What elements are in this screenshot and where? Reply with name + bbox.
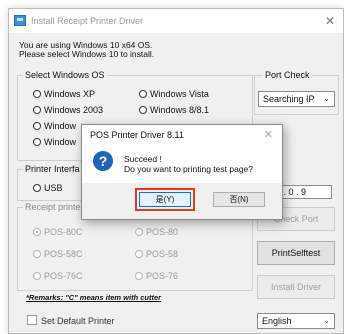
radio-label: POS-80C — [44, 227, 83, 237]
title-bar: Install Receipt Printer Driver ✕ — [9, 9, 343, 33]
set-default-printer-checkbox[interactable]: Set Default Printer — [27, 315, 115, 326]
os-info: You are using Windows 10 x64 OS. Please … — [19, 41, 154, 59]
radio-windows-xp[interactable]: Windows XP — [33, 89, 95, 99]
port-check-value: Searching IP — [263, 94, 315, 104]
radio-windows-7[interactable]: Window — [33, 121, 76, 131]
printer-interface-label: Printer Interfa — [23, 164, 82, 174]
dialog-message: Succeed ! — [124, 154, 162, 164]
no-button[interactable]: 否(N) — [213, 192, 265, 207]
radio-windows-2003[interactable]: Windows 2003 — [33, 105, 103, 115]
port-check-label: Port Check — [263, 70, 312, 80]
yes-button[interactable]: 是(Y) — [139, 192, 191, 207]
window-title: Install Receipt Printer Driver — [31, 16, 144, 26]
dialog-question: Do you want to printing test page? — [124, 164, 253, 174]
radio-circle — [33, 250, 41, 258]
radio-label: Windows XP — [44, 89, 96, 99]
chevron-down-icon: ⌄ — [323, 316, 330, 325]
radio-windows-10[interactable]: Window — [33, 137, 76, 147]
radio-pos-58c[interactable]: POS-58C — [33, 249, 83, 259]
receipt-printer-label: Receipt printe — [23, 202, 83, 212]
radio-circle — [33, 122, 41, 130]
print-selftest-button[interactable]: PrintSelftest — [257, 241, 335, 265]
radio-label: Windows 2003 — [44, 105, 104, 115]
checkbox-label: Set Default Printer — [41, 316, 115, 326]
radio-circle — [135, 228, 143, 236]
windows-os-group-label: Select Windows OS — [23, 70, 107, 80]
radio-pos-76[interactable]: POS-76 — [135, 271, 178, 281]
printer-app-icon — [14, 15, 26, 26]
radio-circle — [139, 106, 147, 114]
radio-pos-80[interactable]: POS-80 — [135, 227, 178, 237]
radio-circle — [135, 272, 143, 280]
radio-windows-8[interactable]: Windows 8/8.1 — [139, 105, 209, 115]
radio-circle — [139, 90, 147, 98]
radio-circle — [135, 250, 143, 258]
radio-pos-58[interactable]: POS-58 — [135, 249, 178, 259]
radio-label: Windows 8/8.1 — [150, 105, 210, 115]
remarks-note: *Remarks: "C" means item with cutter — [26, 293, 162, 302]
radio-label: Window — [44, 121, 77, 131]
install-driver-button[interactable]: Install Driver — [257, 275, 335, 299]
radio-label: Window — [44, 137, 77, 147]
radio-label: USB — [44, 183, 63, 193]
checkbox-box — [27, 315, 37, 325]
language-value: English — [262, 316, 292, 326]
chevron-down-icon: ⌄ — [323, 94, 330, 103]
language-dropdown[interactable]: English ⌄ — [257, 313, 335, 329]
radio-label: POS-76 — [146, 271, 179, 281]
dialog-title: POS Printer Driver 8.11 — [90, 130, 184, 140]
dialog-footer: 是(Y) 否(N) — [82, 183, 282, 219]
radio-circle — [33, 184, 41, 192]
radio-circle — [33, 272, 41, 280]
question-icon: ? — [93, 151, 113, 171]
radio-label: Windows Vista — [150, 89, 209, 99]
radio-pos-76c[interactable]: POS-76C — [33, 271, 83, 281]
confirm-dialog: POS Printer Driver 8.11 ✕ ? Succeed ! Do… — [81, 124, 283, 220]
radio-label: POS-80 — [146, 227, 179, 237]
radio-circle — [33, 106, 41, 114]
radio-label: POS-76C — [44, 271, 83, 281]
radio-label: POS-58 — [146, 249, 179, 259]
radio-circle — [33, 90, 41, 98]
radio-circle — [33, 228, 41, 236]
radio-windows-vista[interactable]: Windows Vista — [139, 89, 209, 99]
port-check-dropdown[interactable]: Searching IP ⌄ — [258, 91, 335, 107]
os-info-line: Please select Windows 10 to install. — [19, 49, 155, 59]
close-icon[interactable]: ✕ — [325, 14, 335, 28]
dialog-body: ? Succeed ! Do you want to printing test… — [82, 146, 282, 182]
dialog-close-icon[interactable]: ✕ — [264, 128, 273, 141]
radio-circle — [33, 138, 41, 146]
radio-pos-80c[interactable]: POS-80C — [33, 227, 83, 237]
radio-usb[interactable]: USB — [33, 183, 63, 193]
radio-label: POS-58C — [44, 249, 83, 259]
